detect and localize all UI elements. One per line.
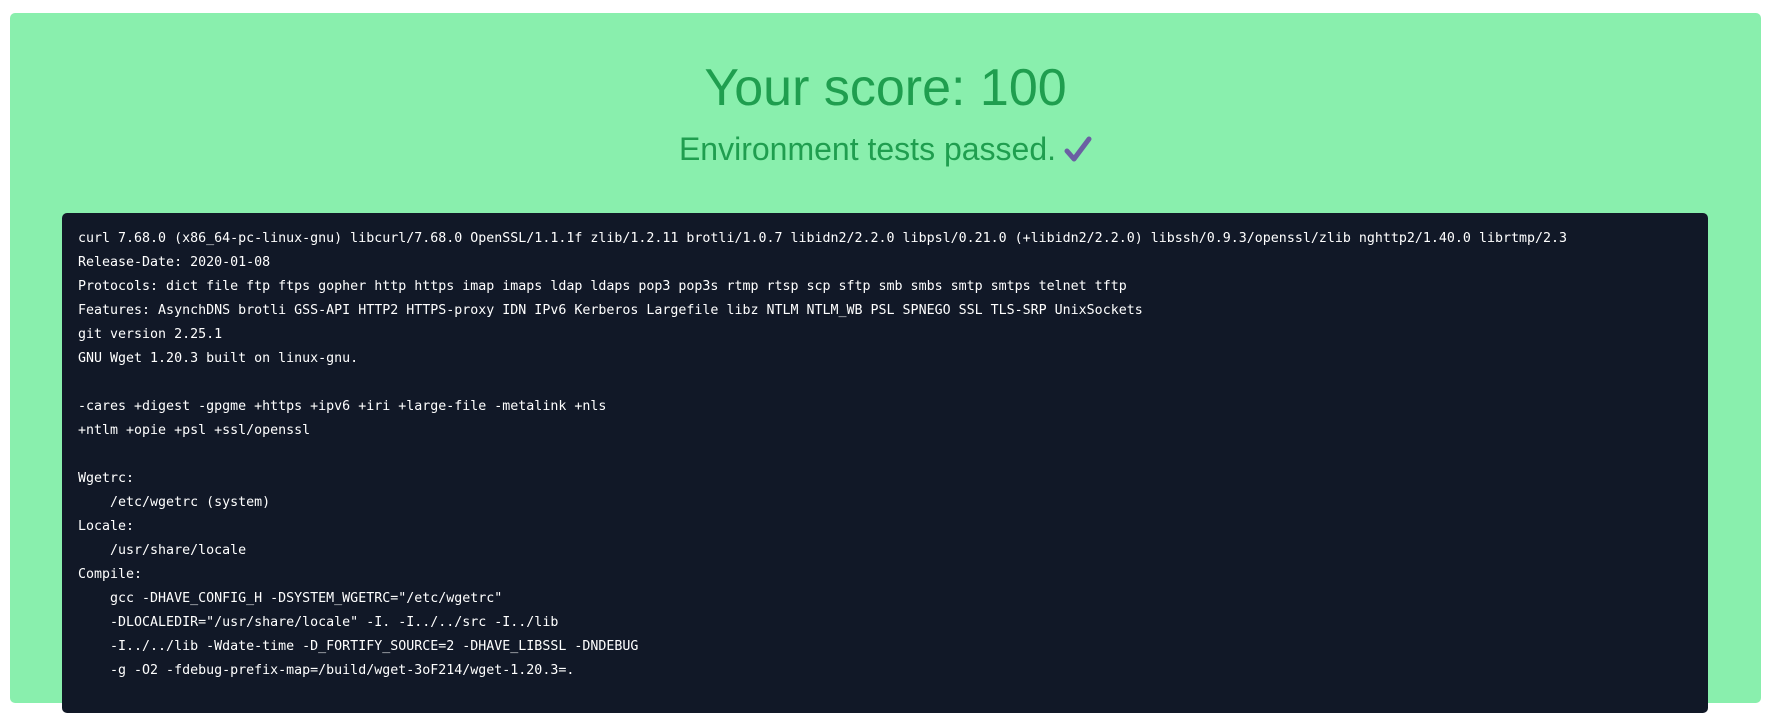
terminal-line: gcc -DHAVE_CONFIG_H -DSYSTEM_WGETRC="/et… <box>78 591 503 606</box>
terminal-line: /usr/share/locale <box>78 543 247 558</box>
terminal-line: -I../../lib -Wdate-time -D_FORTIFY_SOURC… <box>78 639 639 654</box>
terminal-line: -DLOCALEDIR="/usr/share/locale" -I. -I..… <box>78 615 559 630</box>
status-text: Environment tests passed. <box>678 131 1057 167</box>
checkmark-icon <box>1064 133 1092 173</box>
terminal-line: Locale: <box>78 519 135 534</box>
terminal-line: Protocols: dict file ftp ftps gopher htt… <box>78 279 1127 294</box>
terminal-output: curl 7.68.0 (x86_64-pc-linux-gnu) libcur… <box>62 213 1708 713</box>
terminal-line: Wgetrc: <box>78 471 135 486</box>
terminal-text: curl 7.68.0 (x86_64-pc-linux-gnu) libcur… <box>78 227 1692 683</box>
terminal-line: +ntlm +opie +psl +ssl/openssl <box>78 423 311 438</box>
terminal-line: -g -O2 -fdebug-prefix-map=/build/wget-3o… <box>78 663 575 678</box>
terminal-line: /etc/wgetrc (system) <box>78 495 271 510</box>
terminal-line: git version 2.25.1 <box>78 327 223 342</box>
terminal-line: Release-Date: 2020-01-08 <box>78 255 271 270</box>
score-heading: Your score: 100 <box>704 59 1067 117</box>
result-card: Your score: 100 Environment tests passed… <box>10 13 1761 713</box>
terminal-line: Compile: <box>78 567 143 582</box>
status-heading: Environment tests passed. <box>10 129 1761 173</box>
terminal-line: curl 7.68.0 (x86_64-pc-linux-gnu) libcur… <box>78 231 1568 246</box>
terminal-line: Features: AsynchDNS brotli GSS-API HTTP2… <box>78 303 1143 318</box>
terminal-line: -cares +digest -gpgme +https +ipv6 +iri … <box>78 399 607 414</box>
terminal-line: GNU Wget 1.20.3 built on linux-gnu. <box>78 351 359 366</box>
